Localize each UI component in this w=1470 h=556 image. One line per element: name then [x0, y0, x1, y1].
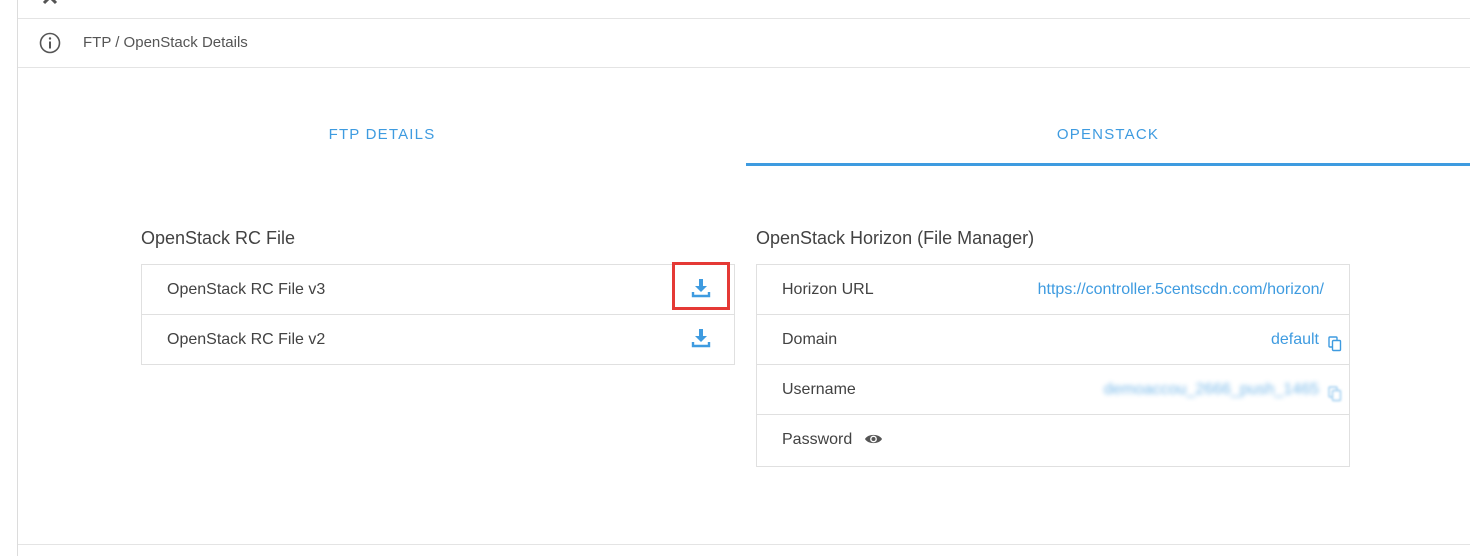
rc-file-v3-label: OpenStack RC File v3 [167, 281, 326, 298]
bottom-divider [18, 544, 1470, 545]
copy-icon[interactable] [1328, 386, 1342, 402]
rc-file-section-title: OpenStack RC File [141, 228, 296, 248]
username-label: Username [782, 381, 856, 398]
table-row: Password [757, 415, 1349, 465]
horizon-card: Horizon URL https://controller.5centscdn… [756, 264, 1350, 467]
table-row: Username demoaccou_2666_push_1465 [757, 365, 1349, 415]
rc-file-v2-label: OpenStack RC File v2 [167, 331, 326, 348]
horizon-section-title: OpenStack Horizon (File Manager) [756, 228, 1035, 248]
previous-header-strip [18, 0, 1470, 19]
section-header: FTP / OpenStack Details [18, 19, 1470, 68]
rc-file-card: OpenStack RC File v3 OpenStack RC File v… [141, 262, 735, 365]
horizon-url-link[interactable]: https://controller.5centscdn.com/horizon… [1038, 281, 1324, 299]
page-title: FTP / OpenStack Details [83, 34, 248, 51]
horizon-url-label: Horizon URL [782, 281, 874, 298]
list-item: OpenStack RC File v3 [142, 262, 734, 315]
domain-value: default [1270, 331, 1319, 348]
download-icon[interactable] [691, 278, 711, 298]
domain-label: Domain [782, 331, 838, 348]
download-icon[interactable] [691, 328, 711, 348]
list-item: OpenStack RC File v2 [142, 315, 734, 365]
table-row: Domain default [757, 315, 1349, 365]
info-icon [39, 32, 61, 54]
tab-ftp-details[interactable]: FTP DETAILS [18, 68, 746, 166]
copy-icon[interactable] [1328, 336, 1342, 352]
tab-bar: FTP DETAILS OPENSTACK [18, 68, 1470, 166]
username-value: demoaccou_2666_push_1465 [1103, 381, 1319, 398]
eye-icon[interactable] [864, 432, 883, 446]
table-row: Horizon URL https://controller.5centscdn… [757, 265, 1349, 315]
password-label: Password [782, 431, 853, 448]
tab-openstack[interactable]: OPENSTACK [746, 68, 1470, 166]
tools-icon [42, 0, 58, 5]
